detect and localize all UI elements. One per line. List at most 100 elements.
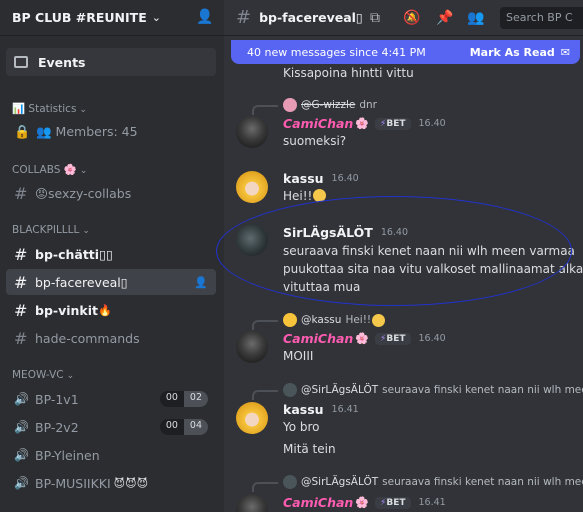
avatar <box>283 475 297 489</box>
message-header: CamiChan 🌸 ⚡BET 16.40 <box>283 116 446 131</box>
voice-label: BP-1v1 <box>35 391 79 407</box>
reply-spine <box>252 390 278 400</box>
members-icon: 👥 <box>36 124 56 139</box>
username[interactable]: kassu <box>283 171 324 186</box>
avatar[interactable] <box>236 116 268 148</box>
category-label: BLACKPILLLL <box>12 224 80 236</box>
sidebar-item-bp-vinkit[interactable]: # bp-vinkit 🔥 <box>6 297 216 323</box>
avatar <box>283 383 297 397</box>
channel-label: bp-vinkit <box>35 302 98 318</box>
fire-icon: 🔥 <box>98 303 112 317</box>
new-messages-bar[interactable]: 40 new messages since 4:41 PM Mark As Re… <box>231 40 580 64</box>
chevron-down-icon: ⌄ <box>66 371 75 381</box>
channel-label: 😡sexzy-collabs <box>35 185 132 201</box>
pin-icon[interactable]: 📌 <box>436 10 453 26</box>
timestamp: 16.40 <box>418 118 446 129</box>
avatar[interactable] <box>236 402 268 434</box>
username[interactable]: SirLÄgsÄLÖT <box>283 225 373 240</box>
message-header: CamiChan 🌸 ⚡BET 16.41 <box>283 495 446 510</box>
category-label: Statistics <box>28 103 77 115</box>
mark-as-read-button[interactable]: Mark As Read <box>470 46 555 59</box>
grin-emoji-icon <box>372 313 386 327</box>
reply-text: Hei!! <box>345 314 372 326</box>
reply-preview[interactable]: @SirLÄgsÄLÖT seuraava finski kenet naan … <box>283 475 583 489</box>
add-member-icon[interactable]: 👤 <box>194 276 208 289</box>
sidebar-item-sexzy-collabs[interactable]: # 😡sexzy-collabs <box>6 180 216 206</box>
voice-label: BP-Yleinen <box>35 447 100 463</box>
users-count: 00 <box>165 392 178 403</box>
user-limit-badge: 00 04 <box>159 419 208 435</box>
role-tag: ⚡BET <box>375 332 411 345</box>
avatar[interactable] <box>236 331 268 363</box>
search-input[interactable]: Search BP C <box>500 7 583 29</box>
message-header: CamiChan 🌸 ⚡BET 16.40 <box>283 331 446 346</box>
message-body: Hei!! <box>283 189 313 203</box>
server-name[interactable]: BP CLUB #REUNITE <box>12 10 147 25</box>
role-tag-label: BET <box>386 497 406 508</box>
hash-icon: # <box>14 183 28 203</box>
blackpill-category[interactable]: BLACKPILLLL ⌄ <box>12 224 90 236</box>
message-header: SirLÄgsÄLÖT 16.40 <box>283 225 408 240</box>
speaker-icon: 🔊 <box>14 392 29 406</box>
member-list-icon[interactable]: 👥 <box>467 10 484 26</box>
users-limit: 04 <box>183 419 208 435</box>
sidebar-item-hade-commands[interactable]: # hade-commands <box>6 325 216 351</box>
voice-channel-bp-yleinen[interactable]: 🔊 BP-Yleinen <box>6 442 216 468</box>
sidebar-item-bp-chatti[interactable]: # bp-chätti▯▯ <box>6 241 216 267</box>
speaker-icon: 🔊 <box>14 448 29 462</box>
role-tag-label: BET <box>386 333 406 344</box>
channel-title: bp-facereveal▯ <box>259 10 363 25</box>
flower-icon: 🌸 <box>355 496 370 509</box>
voice-channel-bp-musiikki[interactable]: 🔊 BP-MUSIIKKI 😈😈😈 <box>6 470 216 496</box>
reply-username: @SirLÄgsÄLÖT <box>301 476 379 488</box>
message-header: kassu 16.41 <box>283 402 359 417</box>
sidebar-item-members[interactable]: 🔒 👥 Members: 45 <box>6 119 216 145</box>
username[interactable]: CamiChan <box>283 331 353 346</box>
invite-people-icon[interactable]: 👤 <box>196 9 213 25</box>
calendar-icon <box>14 56 28 68</box>
chevron-down-icon[interactable]: ⌄ <box>152 11 161 24</box>
avatar[interactable] <box>236 171 268 203</box>
users-limit: 02 <box>183 391 208 407</box>
chevron-down-icon: ⌄ <box>79 166 88 176</box>
hash-icon: # <box>236 7 252 28</box>
reply-preview[interactable]: @G-wizzle dnr <box>283 98 377 112</box>
username[interactable]: CamiChan <box>283 495 353 510</box>
grin-emoji-icon <box>313 189 327 202</box>
message-text: Mitä tein <box>283 442 336 456</box>
speaker-icon: 🔊 <box>14 476 29 490</box>
message-text: MOIII <box>283 349 314 363</box>
avatar[interactable] <box>236 224 268 256</box>
speaker-icon: 🔊 <box>14 420 29 434</box>
threads-icon[interactable]: ⧉ <box>370 10 380 26</box>
reply-preview[interactable]: @kassu Hei!! <box>283 313 386 327</box>
server-header[interactable]: BP CLUB #REUNITE ⌄ <box>0 0 224 36</box>
sidebar-item-bp-facereveal[interactable]: # bp-facereveal▯ 👤 <box>6 269 216 295</box>
reply-text: seuraava finski kenet naan nii wlh meen … <box>382 476 583 488</box>
message-header: kassu 16.40 <box>283 171 359 186</box>
channel-sidebar: BP CLUB #REUNITE ⌄ 👤 Events 📊 Statistics… <box>0 0 224 512</box>
mark-read-icon[interactable]: ✉ <box>561 46 570 59</box>
chevron-down-icon: ⌄ <box>82 226 90 236</box>
mute-bell-icon[interactable]: 🔕 <box>403 10 420 26</box>
meow-vc-category[interactable]: MEOW-VC ⌄ <box>12 369 74 381</box>
channel-label: bp-chätti▯▯ <box>35 246 113 262</box>
chart-icon: 📊 <box>12 103 26 115</box>
hash-icon: # <box>14 244 28 264</box>
voice-channel-bp-2v2[interactable]: 🔊 BP-2v2 00 04 <box>6 414 216 440</box>
lock-icon: 🔒 <box>14 124 31 140</box>
message-text: suomeksi? <box>283 134 347 148</box>
statistics-category[interactable]: 📊 Statistics ⌄ <box>12 102 87 115</box>
reply-preview[interactable]: @SirLÄgsÄLÖT seuraava finski kenet naan … <box>283 383 583 397</box>
members-label: Members: 45 <box>55 124 138 139</box>
events-item[interactable]: Events <box>6 48 216 76</box>
avatar[interactable] <box>236 494 268 512</box>
collabs-category[interactable]: COLLABS 🌸 ⌄ <box>12 163 87 176</box>
user-limit-badge: 00 02 <box>159 391 208 407</box>
voice-channel-bp-1v1[interactable]: 🔊 BP-1v1 00 02 <box>6 386 216 412</box>
username[interactable]: kassu <box>283 402 324 417</box>
angry-devil-icon: 😈😈😈 <box>113 476 149 490</box>
username[interactable]: CamiChan <box>283 116 353 131</box>
message-text: Yo bro <box>283 420 320 434</box>
timestamp: 16.40 <box>418 333 446 344</box>
